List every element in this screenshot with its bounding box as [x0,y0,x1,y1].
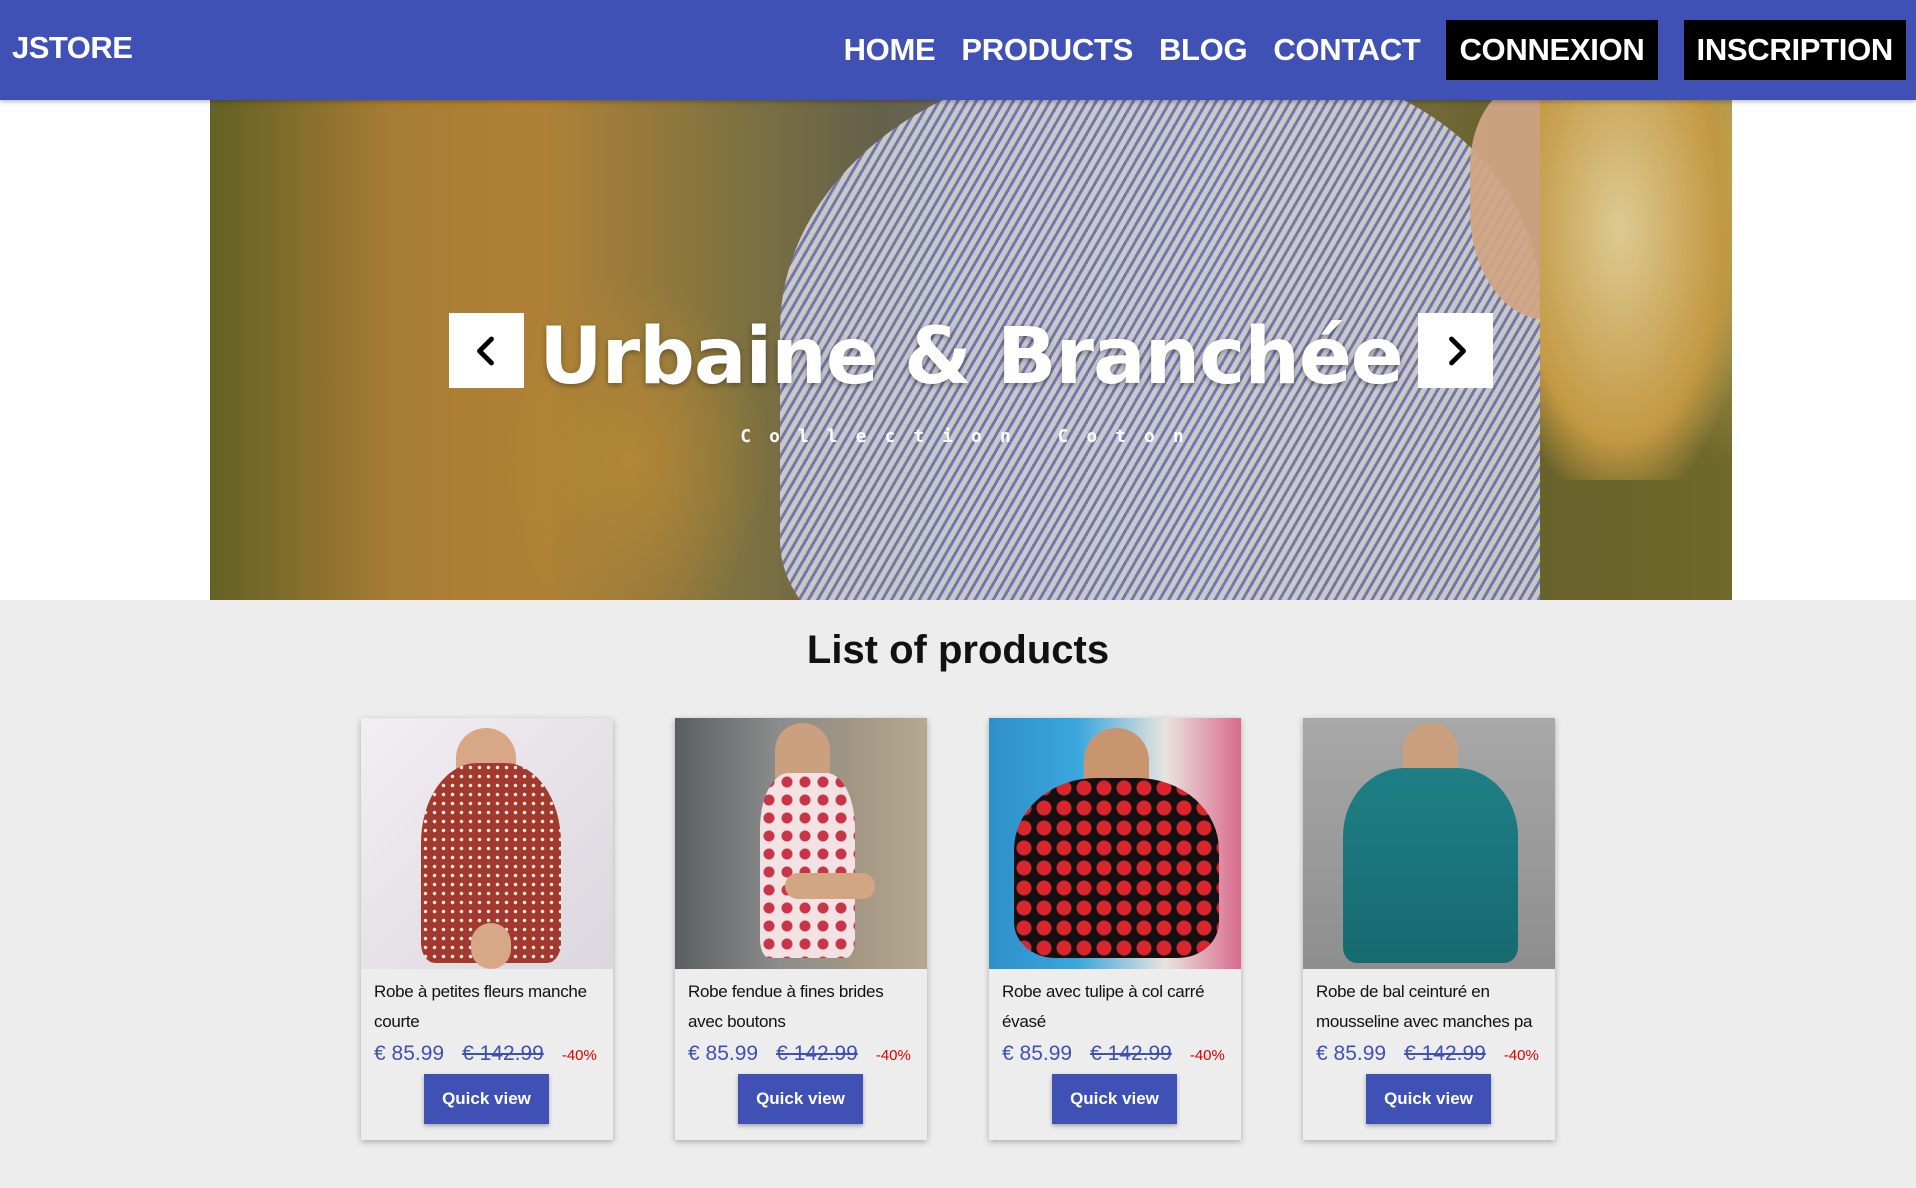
quick-view-button[interactable]: Quick view [738,1074,863,1124]
nav-links: HOME PRODUCTS BLOG CONTACT CONNEXION INS… [818,20,1906,80]
nav-link-contact[interactable]: CONTACT [1273,32,1420,68]
top-navbar: JSTORE HOME PRODUCTS BLOG CONTACT CONNEX… [0,0,1916,100]
product-old-price: € 142.99 [776,1042,858,1065]
chevron-right-icon [1448,336,1466,365]
product-old-price: € 142.99 [462,1042,544,1065]
discount-badge: -40% [561,1047,597,1064]
product-name[interactable]: Robe avec tulipe à col carré évasé [1002,977,1228,1037]
product-name[interactable]: Robe à petites fleurs manche courte [374,977,600,1037]
product-price: € 85.99 [688,1042,759,1065]
product-image[interactable] [1303,718,1555,969]
carousel-prev-button[interactable] [449,313,524,388]
product-old-price: € 142.99 [1404,1042,1486,1065]
chevron-left-icon [476,336,494,365]
product-image[interactable] [361,718,613,969]
product-card[interactable]: Robe fendue à fines brides avec boutons … [675,718,927,1140]
product-name[interactable]: Robe de bal ceinturé en mousseline avec … [1316,977,1542,1037]
hero-subtitle: Collection Coton [740,426,1202,447]
discount-badge: -40% [1189,1047,1225,1064]
quick-view-button[interactable]: Quick view [1366,1074,1491,1124]
quick-view-button[interactable]: Quick view [424,1074,549,1124]
product-card[interactable]: Robe à petites fleurs manche courte € 85… [361,718,613,1140]
product-price: € 85.99 [1316,1042,1387,1065]
carousel-next-button[interactable] [1418,313,1493,388]
signup-button[interactable]: INSCRIPTION [1683,20,1906,80]
product-grid: Robe à petites fleurs manche courte € 85… [361,718,1555,1140]
product-old-price: € 142.99 [1090,1042,1172,1065]
product-image[interactable] [675,718,927,969]
discount-badge: -40% [1503,1047,1539,1064]
discount-badge: -40% [875,1047,911,1064]
hero-carousel: Urbaine & Branchée Collection Coton [210,100,1732,600]
product-card[interactable]: Robe de bal ceinturé en mousseline avec … [1303,718,1555,1140]
nav-link-blog[interactable]: BLOG [1159,32,1248,68]
hero-title: Urbaine & Branchée [539,312,1403,402]
brand-logo[interactable]: JSTORE [12,30,133,66]
products-section-title: List of products [806,628,1110,672]
product-price: € 85.99 [374,1042,445,1065]
nav-link-products[interactable]: PRODUCTS [961,32,1133,68]
login-button[interactable]: CONNEXION [1446,20,1658,80]
product-price: € 85.99 [1002,1042,1073,1065]
product-image[interactable] [989,718,1241,969]
product-name[interactable]: Robe fendue à fines brides avec boutons [688,977,914,1037]
quick-view-button[interactable]: Quick view [1052,1074,1177,1124]
nav-link-home[interactable]: HOME [844,32,936,68]
product-card[interactable]: Robe avec tulipe à col carré évasé € 85.… [989,718,1241,1140]
